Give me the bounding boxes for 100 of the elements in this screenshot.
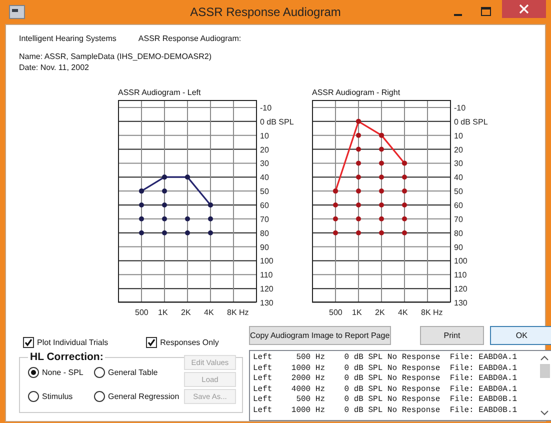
data-point [356, 146, 361, 152]
axis-label: 100 [454, 256, 468, 266]
data-point [356, 202, 361, 208]
axis-label: 20 [260, 145, 269, 154]
axis-label: 110 [454, 270, 467, 280]
dialog-button[interactable]: OK [490, 326, 551, 345]
axis-label: 8K Hz [421, 308, 443, 317]
data-point [162, 216, 167, 222]
checkbox-icon[interactable] [23, 337, 34, 348]
axis-label: 70 [454, 214, 463, 224]
data-point [185, 216, 190, 222]
data-point [379, 174, 384, 180]
radio-button[interactable]: Stimulus [28, 390, 94, 404]
data-point [162, 202, 167, 208]
app-icon [9, 5, 25, 19]
axis-label: 50 [454, 187, 463, 196]
axis-label: 110 [260, 270, 273, 280]
chart-title: ASSR Audiogram - Left [118, 87, 202, 98]
axis-label: 0 dB SPL [454, 117, 488, 126]
scroll-up-icon[interactable] [540, 355, 549, 361]
data-point [139, 230, 144, 236]
log-line[interactable]: Left 1000 Hz 0 dB SPL No Response File: EABD0A.1 [253, 364, 537, 374]
data-point [402, 202, 407, 208]
axis-label: 30 [454, 159, 463, 168]
data-point [185, 230, 190, 236]
chart-title: ASSR Audiogram - Right [312, 87, 402, 98]
axis-label: 90 [260, 242, 269, 252]
threshold-line [141, 176, 212, 206]
data-point [333, 230, 338, 236]
axis-label: 1K [158, 308, 168, 317]
report-title: ASSR Response Audiogram: [138, 34, 242, 45]
radio-icon[interactable] [28, 366, 39, 378]
axis-label: 120 [260, 284, 274, 294]
axis-label: 80 [454, 228, 463, 238]
scroll-down-icon[interactable] [540, 410, 549, 416]
data-point [208, 216, 213, 222]
data-point [139, 202, 144, 208]
log-line[interactable]: Left 1000 Hz 0 dB SPL No Response File: EABD0B.1 [253, 406, 537, 417]
log-line[interactable]: Left 4000 Hz 0 dB SPL No Response File: EABD0A.1 [253, 384, 537, 396]
axis-label: 2K [375, 308, 385, 317]
checkbox-icon[interactable] [146, 337, 158, 348]
dialog-button[interactable]: Copy Audiogram Image to Report Page [249, 326, 391, 345]
report-date: Date: Nov. 11, 2002 [19, 63, 90, 74]
data-point [402, 230, 407, 236]
data-point [356, 188, 361, 194]
axis-label: 2K [181, 308, 191, 317]
dialog-button[interactable]: Print [420, 326, 484, 345]
data-point [162, 230, 167, 236]
group-title: HL Correction: [29, 351, 104, 363]
data-point [379, 146, 384, 152]
axis-label: 130 [454, 298, 468, 308]
data-point [356, 132, 361, 138]
scroll-thumb[interactable] [540, 364, 550, 378]
data-point [379, 202, 384, 208]
company-name: Intelligent Hearing Systems [19, 34, 116, 45]
threshold-line [334, 120, 406, 192]
data-point [379, 216, 384, 222]
data-point [356, 230, 361, 236]
data-point [379, 160, 384, 166]
axis-label: 8K Hz [227, 308, 249, 317]
data-point [139, 216, 144, 222]
axis-label: 500 [135, 308, 148, 317]
axis-label: 40 [454, 173, 463, 182]
axis-label: 130 [260, 298, 274, 308]
axis-label: 1K [352, 308, 362, 317]
axis-label: 40 [260, 173, 269, 182]
close-icon[interactable] [502, 0, 546, 18]
data-point [208, 230, 213, 236]
checkbox[interactable]: Responses Only [146, 337, 219, 348]
axis-label: 90 [454, 242, 463, 252]
radio-icon[interactable] [28, 391, 39, 402]
axis-label: 80 [260, 228, 269, 238]
radio-button[interactable]: None - SPL [28, 365, 94, 380]
axis-label: 70 [260, 214, 269, 224]
log-line[interactable]: Left 500 Hz 0 dB SPL No Response File: EABD0B.1 [253, 395, 537, 406]
radio-button[interactable]: General Table [94, 365, 184, 380]
axis-label: 50 [260, 187, 269, 196]
axis-label: 60 [260, 200, 269, 210]
data-point [162, 188, 167, 194]
axis-label: 120 [454, 284, 468, 294]
axis-label: 10 [454, 131, 463, 140]
axis-label: 60 [454, 200, 463, 210]
axis-label: -10 [260, 103, 272, 112]
data-point [379, 230, 384, 236]
log-line[interactable]: Left 500 Hz 0 dB SPL No Response File: EABD0A.1 [253, 353, 537, 364]
log-line[interactable]: Left 2000 Hz 0 dB SPL No Response File: EABD0A.1 [253, 374, 537, 385]
axis-label: 30 [260, 159, 269, 168]
checkbox[interactable]: Plot Individual Trials [23, 337, 108, 348]
axis-label: -10 [454, 103, 466, 112]
axis-label: 0 dB SPL [260, 117, 294, 126]
data-point [356, 174, 361, 180]
radio-icon[interactable] [94, 366, 105, 378]
axis-label: 100 [260, 256, 274, 266]
patient-name: Name: ASSR, SampleData (IHS_DEMO-DEMOASR2) [19, 52, 212, 63]
axis-label: 4K [398, 308, 408, 317]
radio-button[interactable]: General Regression [94, 390, 184, 404]
window-title: ASSR Response Audiogram [189, 5, 342, 19]
axis-label: 20 [454, 145, 463, 154]
data-point [402, 216, 407, 222]
radio-icon[interactable] [94, 391, 105, 402]
